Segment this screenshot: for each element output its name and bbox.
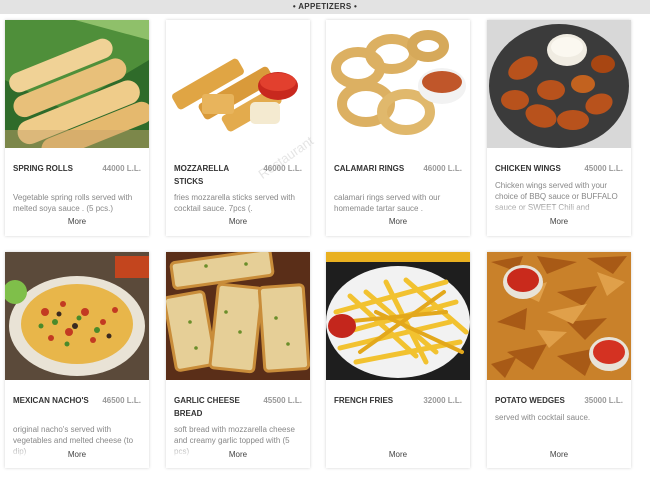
french-fries-image bbox=[326, 252, 470, 380]
item-name: SPRING ROLLS bbox=[13, 164, 74, 173]
mexican-nachos-image bbox=[5, 252, 149, 380]
item-name: CHICKEN WINGS bbox=[495, 164, 561, 173]
more-button[interactable]: More bbox=[487, 450, 631, 459]
item-price: 46500 L.L. bbox=[102, 396, 141, 405]
menu-card-mozzarella-sticks[interactable]: MOZZARELLA STICKS 46000 L.L. fries mozza… bbox=[166, 20, 310, 236]
menu-card-calamari-rings[interactable]: CALAMARI RINGS 46000 L.L. calamari rings… bbox=[326, 20, 470, 236]
item-price: 32000 L.L. bbox=[423, 396, 462, 405]
item-price: 45000 L.L. bbox=[584, 164, 623, 173]
more-button[interactable]: More bbox=[5, 450, 149, 459]
menu-grid: SPRING ROLLS 44000 L.L. Vegetable spring… bbox=[0, 0, 650, 477]
more-button[interactable]: More bbox=[5, 217, 149, 226]
item-name: POTATO WEDGES bbox=[495, 396, 565, 405]
more-button[interactable]: More bbox=[326, 217, 470, 226]
item-description bbox=[334, 424, 462, 446]
item-name: GARLIC CHEESE BREAD bbox=[174, 396, 240, 418]
menu-card-chicken-wings[interactable]: CHICKEN WINGS 45000 L.L. Chicken wings s… bbox=[487, 20, 631, 236]
menu-card-french-fries[interactable]: FRENCH FRIES 32000 L.L. More bbox=[326, 252, 470, 468]
menu-card-garlic-cheese-bread[interactable]: GARLIC CHEESE BREAD 45500 L.L. soft brea… bbox=[166, 252, 310, 468]
item-price: 35000 L.L. bbox=[584, 396, 623, 405]
calamari-rings-image bbox=[326, 20, 470, 148]
more-button[interactable]: More bbox=[166, 217, 310, 226]
item-price: 44000 L.L. bbox=[102, 164, 141, 173]
item-description: Vegetable spring rolls served with melte… bbox=[13, 193, 133, 213]
more-button[interactable]: More bbox=[166, 450, 310, 459]
menu-card-spring-rolls[interactable]: SPRING ROLLS 44000 L.L. Vegetable spring… bbox=[5, 20, 149, 236]
item-name: CALAMARI RINGS bbox=[334, 164, 405, 173]
item-name: MOZZARELLA STICKS bbox=[174, 164, 229, 186]
chicken-wings-image bbox=[487, 20, 631, 148]
item-description: calamari rings served with our homemade … bbox=[334, 193, 441, 213]
more-button[interactable]: More bbox=[487, 217, 631, 226]
menu-card-mexican-nachos[interactable]: MEXICAN NACHO'S 46500 L.L. original nach… bbox=[5, 252, 149, 468]
item-price: 45500 L.L. bbox=[263, 396, 302, 405]
mozzarella-sticks-image bbox=[166, 20, 310, 148]
item-description: fries mozzarella sticks served with cock… bbox=[174, 193, 295, 213]
menu-card-potato-wedges[interactable]: POTATO WEDGES 35000 L.L. served with coc… bbox=[487, 252, 631, 468]
item-name: MEXICAN NACHO'S bbox=[13, 396, 89, 405]
item-price: 46000 L.L. bbox=[423, 164, 462, 173]
description-fade bbox=[487, 203, 631, 217]
garlic-cheese-bread-image bbox=[166, 252, 310, 380]
item-name: FRENCH FRIES bbox=[334, 396, 394, 405]
item-description: served with cocktail sauce. bbox=[495, 413, 591, 422]
more-button[interactable]: More bbox=[326, 450, 470, 459]
potato-wedges-image bbox=[487, 252, 631, 380]
spring-rolls-image bbox=[5, 20, 149, 148]
